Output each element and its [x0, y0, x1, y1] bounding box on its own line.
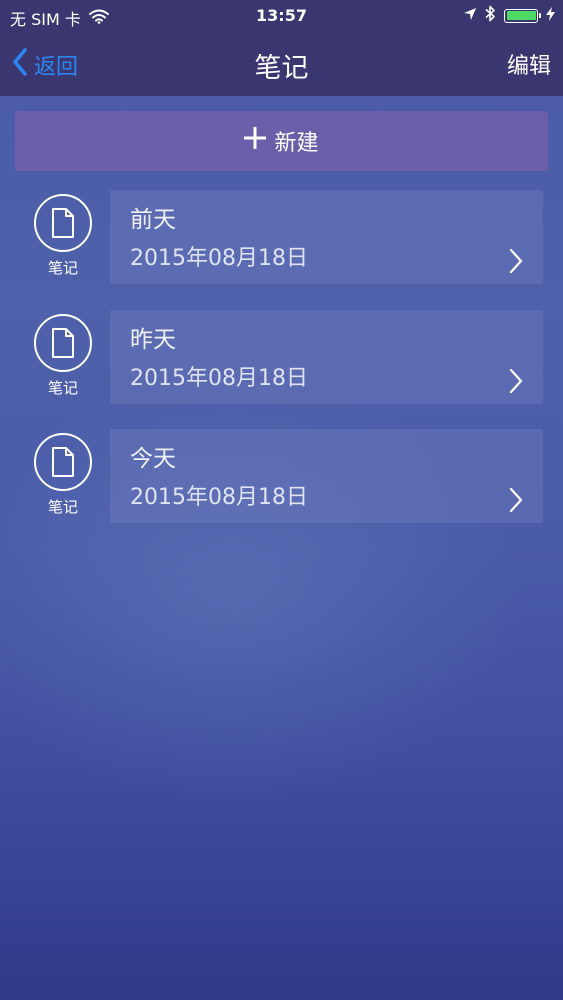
note-title: 昨天: [130, 327, 176, 353]
battery-level: [506, 11, 536, 20]
plus-icon: [243, 126, 267, 155]
edit-button[interactable]: 编辑: [507, 48, 551, 80]
document-icon: [52, 328, 74, 358]
charging-bolt-icon: [546, 6, 555, 25]
bluetooth-icon: [485, 5, 496, 26]
note-icon-group: 笔记: [32, 314, 94, 398]
note-icon-circle: [34, 314, 92, 372]
chevron-right-icon: [509, 368, 523, 398]
note-date: 2015年08月18日: [130, 485, 308, 510]
document-icon: [52, 447, 74, 477]
note-card[interactable]: 昨天 2015年08月18日: [110, 310, 543, 404]
note-title: 前天: [130, 207, 176, 233]
document-icon: [52, 208, 74, 238]
note-date: 2015年08月18日: [130, 366, 308, 391]
note-icon-label: 笔记: [47, 498, 78, 516]
location-arrow-icon: [463, 6, 477, 25]
note-icon-label: 笔记: [47, 379, 78, 397]
nav-bar: 返回 笔记 编辑: [0, 32, 563, 96]
chevron-right-icon: [509, 487, 523, 517]
note-card[interactable]: 今天 2015年08月18日: [110, 429, 543, 523]
status-bar: 无 SIM 卡 13:57: [0, 0, 563, 32]
new-note-label: 新建: [274, 131, 319, 156]
page-title: 笔记: [254, 53, 309, 84]
note-icon-group: 笔记: [32, 194, 94, 278]
note-title: 今天: [130, 446, 176, 472]
new-note-button[interactable]: 新建: [15, 111, 548, 171]
note-icon-circle: [34, 194, 92, 252]
note-date: 2015年08月18日: [130, 246, 308, 271]
note-icon-group: 笔记: [32, 433, 94, 517]
note-item[interactable]: 笔记 今天 2015年08月18日: [0, 429, 563, 525]
battery-icon: [504, 8, 541, 23]
note-icon-circle: [34, 433, 92, 491]
note-item[interactable]: 笔记 昨天 2015年08月18日: [0, 310, 563, 406]
status-right-group: [455, 5, 555, 26]
chevron-right-icon: [509, 248, 523, 278]
note-icon-label: 笔记: [47, 259, 78, 277]
note-card[interactable]: 前天 2015年08月18日: [110, 190, 543, 284]
note-item[interactable]: 笔记 前天 2015年08月18日: [0, 190, 563, 286]
